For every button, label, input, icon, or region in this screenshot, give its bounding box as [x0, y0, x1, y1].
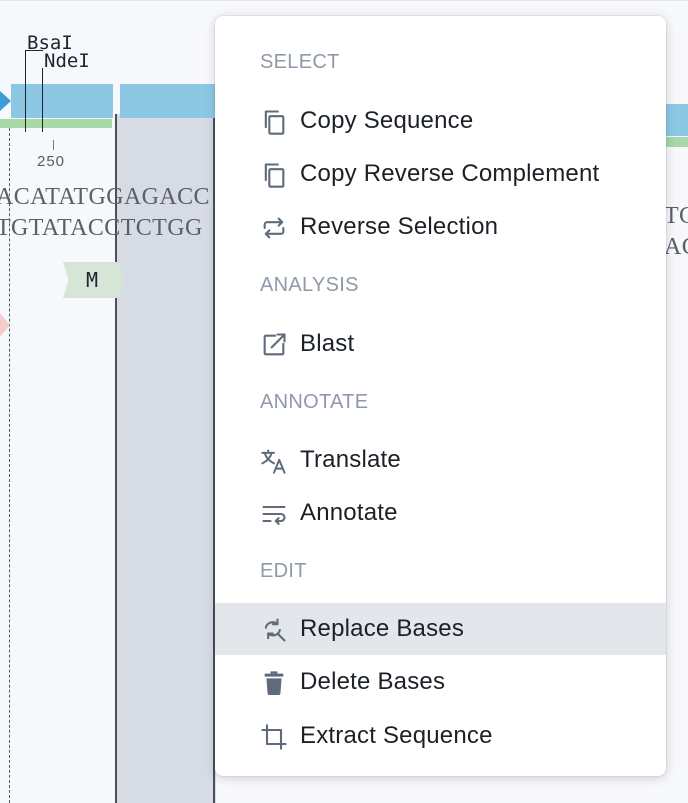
enzyme-cut-line: [25, 50, 43, 51]
amino-acid-label: M: [85, 268, 99, 292]
menu-item-label: Replace Bases: [300, 615, 465, 642]
ruler-tick: [53, 140, 54, 150]
sequence-bottom-strand-right[interactable]: AC: [664, 234, 688, 260]
enzyme-ndei-label[interactable]: NdeI: [44, 51, 90, 71]
menu-item-translate[interactable]: Translate: [215, 434, 666, 486]
ruler-label: 250: [37, 153, 66, 170]
menu-item-extract-sequence[interactable]: Extract Sequence: [215, 710, 666, 762]
wrap-lines-icon: [260, 500, 288, 528]
feature-bar-left[interactable]: [11, 84, 113, 118]
section-header-analysis: ANALYSIS: [260, 274, 359, 296]
search-replace-icon: [260, 616, 288, 644]
context-menu: SELECT Copy Sequence Copy Reverse Comple…: [215, 16, 666, 776]
enzyme-cut-line: [42, 68, 43, 132]
copy-icon: [260, 108, 288, 136]
menu-item-label: Copy Sequence: [300, 107, 474, 134]
menu-item-label: Extract Sequence: [300, 722, 493, 749]
menu-item-label: Copy Reverse Complement: [300, 160, 600, 187]
menu-item-label: Annotate: [300, 499, 398, 526]
external-link-icon: [260, 331, 288, 359]
menu-item-delete-bases[interactable]: Delete Bases: [215, 656, 666, 708]
feature-marker-icon: [0, 313, 10, 337]
feature-arrow-icon: [0, 91, 11, 111]
copy-icon: [260, 161, 288, 189]
sequence-top-strand[interactable]: ACATATGGAGACC: [0, 184, 210, 210]
menu-item-reverse-selection[interactable]: Reverse Selection: [215, 201, 666, 253]
menu-item-blast[interactable]: Blast: [215, 318, 666, 370]
swap-arrows-icon: [260, 214, 288, 242]
menu-item-label: Delete Bases: [300, 668, 446, 695]
section-header-select: SELECT: [260, 51, 340, 73]
feature-bar-selected[interactable]: [120, 84, 220, 118]
feature-sub-bar[interactable]: [0, 119, 112, 128]
trash-icon: [260, 669, 288, 697]
section-header-annotate: ANNOTATE: [260, 391, 369, 413]
menu-item-annotate[interactable]: Annotate: [215, 487, 666, 539]
sequence-top-strand-right[interactable]: TC: [664, 203, 688, 229]
menu-item-replace-bases[interactable]: Replace Bases: [215, 603, 666, 655]
menu-item-label: Reverse Selection: [300, 213, 499, 240]
top-border: [0, 0, 688, 1]
menu-item-copy-reverse-complement[interactable]: Copy Reverse Complement: [215, 148, 666, 200]
sequence-bottom-strand[interactable]: TGTATACCTCTGG: [0, 215, 203, 241]
crop-icon: [260, 723, 288, 751]
section-header-edit: EDIT: [260, 560, 307, 582]
enzyme-cut-line: [25, 50, 26, 132]
menu-item-copy-sequence[interactable]: Copy Sequence: [215, 95, 666, 147]
menu-item-label: Blast: [300, 330, 355, 357]
menu-item-label: Translate: [300, 446, 401, 473]
translate-icon: [260, 447, 288, 475]
